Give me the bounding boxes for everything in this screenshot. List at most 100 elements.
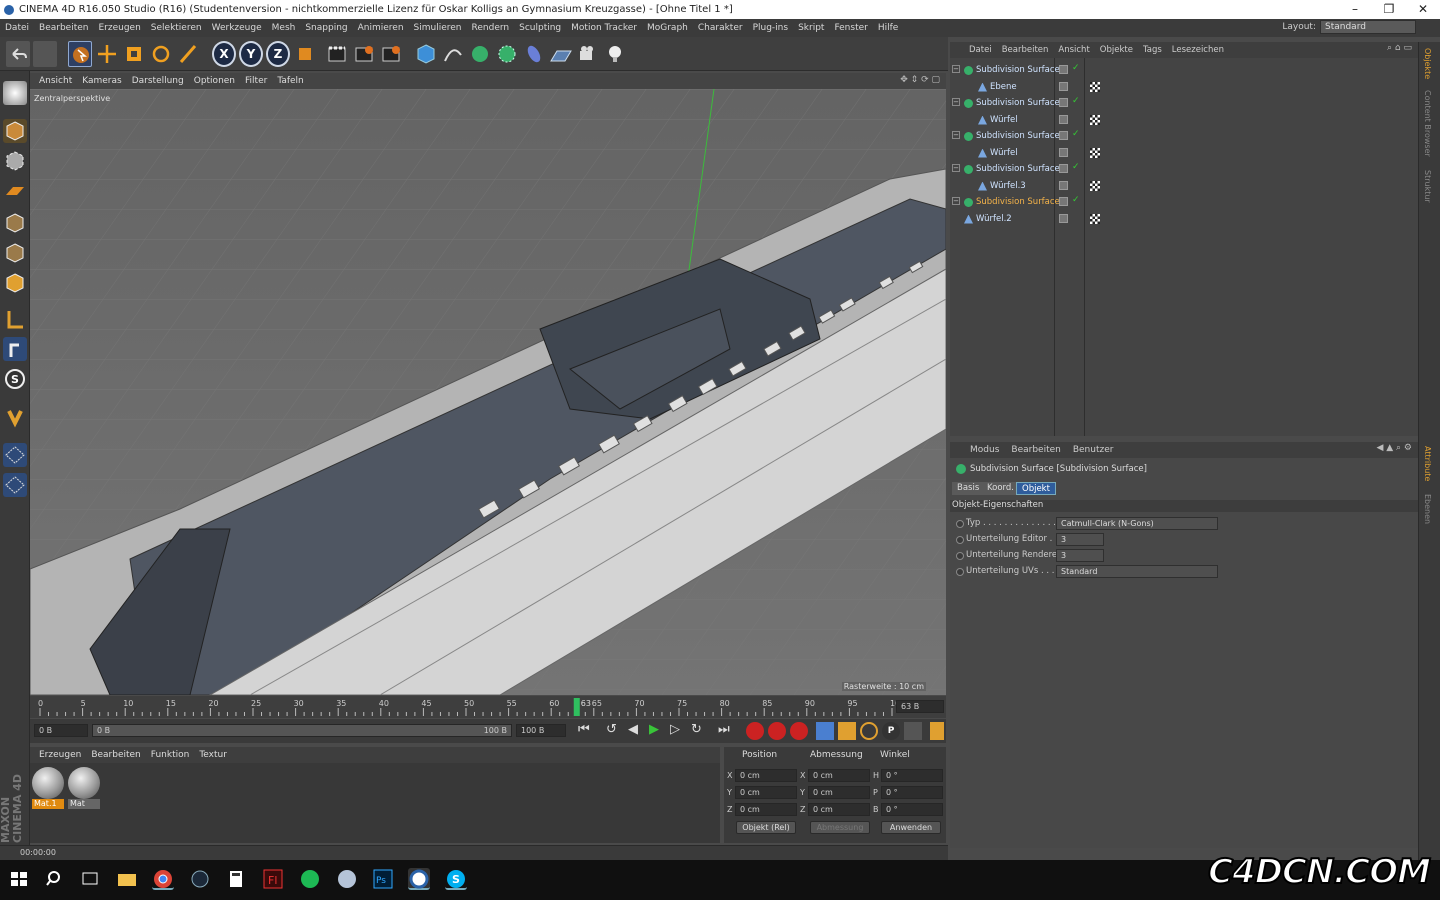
enabled-check-icon[interactable]: ✓ bbox=[1072, 129, 1080, 139]
angle-h-field[interactable]: 0 ° bbox=[881, 769, 943, 782]
lock-y-axis-icon[interactable]: Y bbox=[239, 41, 263, 67]
viewport-menu-darstellung[interactable]: Darstellung bbox=[127, 76, 189, 86]
object-name[interactable]: Ebene bbox=[990, 79, 1017, 95]
texture-mode-icon[interactable] bbox=[3, 149, 27, 173]
locked-workplane-icon[interactable] bbox=[3, 473, 27, 497]
3d-viewport[interactable]: Zentralperspektive Rasterweite : 10 cm bbox=[30, 89, 946, 695]
deformer-icon[interactable] bbox=[522, 41, 546, 67]
move-tool-icon[interactable] bbox=[95, 41, 119, 67]
end-frame-field[interactable]: 100 B bbox=[516, 724, 566, 737]
mail-app-icon[interactable] bbox=[336, 868, 358, 890]
object-row[interactable]: Ebene bbox=[950, 79, 1418, 95]
menu-bearbeiten[interactable]: Bearbeiten bbox=[34, 23, 93, 33]
flash-icon[interactable]: Fl bbox=[262, 868, 284, 890]
attribute-menu-benutzer[interactable]: Benutzer bbox=[1067, 445, 1120, 455]
layer-icon[interactable] bbox=[1059, 147, 1068, 157]
expand-toggle-icon[interactable]: − bbox=[952, 98, 960, 106]
menu-mesh[interactable]: Mesh bbox=[267, 23, 301, 33]
viewport-menu-filter[interactable]: Filter bbox=[240, 76, 272, 86]
photoshop-icon[interactable]: Ps bbox=[372, 868, 394, 890]
enabled-check-icon[interactable]: ✓ bbox=[1072, 162, 1080, 172]
array-icon[interactable] bbox=[495, 41, 519, 67]
coordinate-mode-select[interactable]: Objekt (Rel) bbox=[736, 821, 796, 834]
select-tool-icon[interactable] bbox=[68, 41, 92, 67]
coordinate-system-icon[interactable] bbox=[293, 41, 317, 67]
expand-toggle-icon[interactable]: − bbox=[952, 197, 960, 205]
file-explorer-icon[interactable] bbox=[116, 868, 138, 890]
attribute-menu-bearbeiten[interactable]: Bearbeiten bbox=[1005, 445, 1066, 455]
menu-fenster[interactable]: Fenster bbox=[829, 23, 872, 33]
menu-motion-tracker[interactable]: Motion Tracker bbox=[566, 23, 642, 33]
texture-tag-icon[interactable] bbox=[1090, 114, 1100, 125]
layer-icon[interactable] bbox=[1059, 81, 1068, 91]
workplane-grid-icon[interactable] bbox=[3, 443, 27, 467]
material-item[interactable]: Mat.1 bbox=[32, 767, 64, 813]
size-x-field[interactable]: 0 cm bbox=[808, 769, 870, 782]
menu-mograph[interactable]: MoGraph bbox=[642, 23, 693, 33]
uv-subdivision-select[interactable]: Standard bbox=[1056, 565, 1218, 578]
viewport-menu-kameras[interactable]: Kameras bbox=[77, 76, 126, 86]
object-menu-lesezeichen[interactable]: Lesezeichen bbox=[1167, 45, 1229, 55]
current-frame-field[interactable]: 63 B bbox=[896, 700, 944, 713]
layer-icon[interactable] bbox=[1059, 65, 1068, 74]
object-row[interactable]: Würfel.3 bbox=[950, 178, 1418, 194]
workplane-icon[interactable] bbox=[3, 179, 27, 203]
layer-icon[interactable] bbox=[1059, 98, 1068, 107]
tab-content-browser[interactable]: Content Browser bbox=[1423, 90, 1432, 157]
object-name[interactable]: Subdivision Surface bbox=[976, 95, 1060, 111]
attribute-nav-icons[interactable]: ◀ ▲ ⌕ ⚙ bbox=[1376, 443, 1412, 453]
menu-skript[interactable]: Skript bbox=[793, 23, 829, 33]
lock-x-axis-icon[interactable]: X bbox=[212, 41, 236, 67]
position-y-field[interactable]: 0 cm bbox=[735, 786, 797, 799]
search-icon[interactable] bbox=[44, 868, 66, 890]
lock-z-axis-icon[interactable]: Z bbox=[266, 41, 290, 67]
object-name[interactable]: Würfel.2 bbox=[976, 211, 1012, 227]
object-menu-bearbeiten[interactable]: Bearbeiten bbox=[997, 45, 1054, 55]
live-select-icon[interactable] bbox=[176, 41, 200, 67]
renderer-subdivision-field[interactable]: 3 bbox=[1056, 549, 1104, 562]
subdivision-surface-icon[interactable] bbox=[468, 41, 492, 67]
autokey-icon[interactable] bbox=[768, 722, 786, 740]
preview-range-slider[interactable]: 0 B 100 B bbox=[92, 724, 512, 737]
object-manager-search-icon[interactable]: ⌕ ⌂ ▭ bbox=[1387, 43, 1412, 53]
rotate-tool-icon[interactable] bbox=[149, 41, 173, 67]
editor-subdivision-field[interactable]: 3 bbox=[1056, 533, 1104, 546]
angle-p-field[interactable]: 0 ° bbox=[881, 786, 943, 799]
goto-start-icon[interactable]: ⏮ bbox=[578, 722, 590, 737]
object-menu-objekte[interactable]: Objekte bbox=[1095, 45, 1138, 55]
texture-tag-icon[interactable] bbox=[1090, 81, 1100, 92]
attribute-menu-modus[interactable]: Modus bbox=[964, 445, 1005, 455]
points-mode-icon[interactable] bbox=[3, 211, 27, 235]
menu-sculpting[interactable]: Sculpting bbox=[514, 23, 566, 33]
snap-icon[interactable]: S bbox=[3, 367, 27, 391]
position-key-icon[interactable] bbox=[816, 722, 834, 740]
tab-ebenen[interactable]: Ebenen bbox=[1423, 494, 1432, 524]
material-item[interactable]: Mat bbox=[68, 767, 100, 813]
position-x-field[interactable]: 0 cm bbox=[735, 769, 797, 782]
cinema4d-taskbar-icon[interactable] bbox=[408, 868, 430, 890]
layer-icon[interactable] bbox=[1059, 197, 1068, 206]
expand-toggle-icon[interactable]: − bbox=[952, 131, 960, 139]
prev-key-icon[interactable]: ↺ bbox=[606, 722, 617, 737]
material-menu-textur[interactable]: Textur bbox=[194, 750, 232, 760]
object-name[interactable]: Subdivision Surface bbox=[976, 194, 1060, 210]
viewport-menu-ansicht[interactable]: Ansicht bbox=[34, 76, 77, 86]
expand-toggle-icon[interactable]: − bbox=[952, 65, 960, 73]
tab-koord[interactable]: Koord. bbox=[982, 482, 1019, 495]
object-name[interactable]: Subdivision Surface bbox=[976, 62, 1060, 78]
layer-icon[interactable] bbox=[1059, 213, 1068, 223]
menu-werkzeuge[interactable]: Werkzeuge bbox=[207, 23, 267, 33]
steam-icon[interactable] bbox=[189, 868, 211, 890]
floor-icon[interactable] bbox=[549, 41, 573, 67]
viewport-scene[interactable]: Zentralperspektive bbox=[30, 89, 946, 695]
viewport-menu-tafeln[interactable]: Tafeln bbox=[272, 76, 308, 86]
object-row[interactable]: Würfel bbox=[950, 112, 1418, 128]
object-menu-tags[interactable]: Tags bbox=[1138, 45, 1167, 55]
windows-start-icon[interactable] bbox=[8, 868, 30, 890]
angle-b-field[interactable]: 0 ° bbox=[881, 803, 943, 816]
enabled-check-icon[interactable]: ✓ bbox=[1072, 63, 1080, 73]
texture-tag-icon[interactable] bbox=[1090, 180, 1100, 191]
next-key-icon[interactable]: ↻ bbox=[691, 722, 702, 737]
render-view-icon[interactable] bbox=[325, 41, 349, 67]
light-icon[interactable] bbox=[603, 41, 627, 67]
